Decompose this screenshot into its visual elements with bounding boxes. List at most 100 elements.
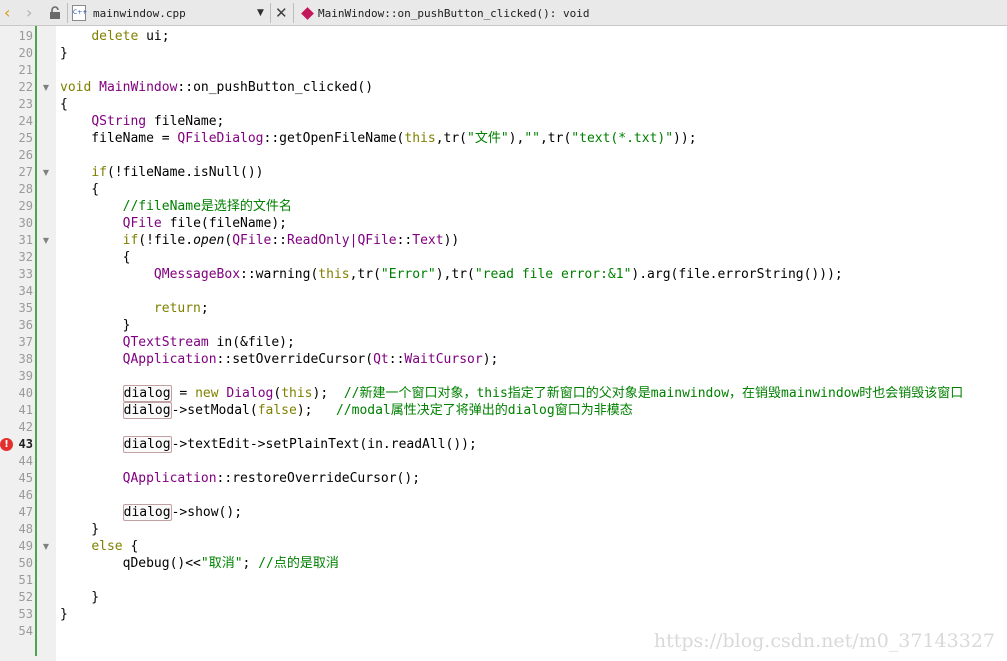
code-text: delete ui; xyxy=(91,29,170,44)
file-name-combo[interactable]: mainwindow.cpp xyxy=(93,0,186,26)
line-number: 27 xyxy=(18,165,33,179)
code-text: } xyxy=(60,318,131,333)
symbol-combo[interactable]: MainWindow::on_pushButton_clicked(): voi… xyxy=(318,0,590,26)
line-number: 22 xyxy=(18,80,33,94)
chevron-left-icon[interactable]: ‹ xyxy=(4,0,10,26)
code-text: QFile file(fileName); xyxy=(122,216,287,231)
line-number: 40 xyxy=(18,386,33,400)
code-line[interactable]: 37 QTextStream in(&file); xyxy=(0,334,1007,351)
fold-toggle-icon[interactable]: ▼ xyxy=(39,79,53,96)
code-line[interactable]: 41 dialog->setModal(false); //modal属性决定了… xyxy=(0,402,1007,419)
code-line[interactable]: 50 qDebug()<<"取消"; //点的是取消 xyxy=(0,555,1007,572)
caret-down-icon[interactable]: ▼ xyxy=(257,0,264,26)
code-line[interactable]: 36 } xyxy=(0,317,1007,334)
line-number: 54 xyxy=(18,624,33,638)
code-text: } xyxy=(60,522,100,537)
code-line[interactable]: 39 xyxy=(0,368,1007,385)
watermark: https://blog.csdn.net/m0_37143327 xyxy=(653,630,995,652)
code-line[interactable]: 30 QFile file(fileName); xyxy=(0,215,1007,232)
code-text: qDebug()<<"取消"; //点的是取消 xyxy=(60,556,339,571)
line-number: 28 xyxy=(18,182,33,196)
line-number: 36 xyxy=(18,318,33,332)
code-line[interactable]: 47 dialog->show(); xyxy=(0,504,1007,521)
code-text: QTextStream in(&file); xyxy=(122,335,295,350)
code-line[interactable]: 28 { xyxy=(0,181,1007,198)
code-editor[interactable]: 19 delete ui; 20} 21 22 ▼ void MainWindow::on… xyxy=(0,26,1007,661)
line-number: 23 xyxy=(18,97,33,111)
chevron-right-icon[interactable]: › xyxy=(26,0,32,26)
line-number: 51 xyxy=(18,573,33,587)
line-number: 31 xyxy=(18,233,33,247)
code-text: { xyxy=(60,97,68,112)
code-line[interactable]: 53} xyxy=(0,606,1007,623)
code-line[interactable]: 27 ▼ if(!fileName.isNull()) xyxy=(0,164,1007,181)
line-number: 33 xyxy=(18,267,33,281)
line-number: 41 xyxy=(18,403,33,417)
code-text: } xyxy=(60,590,100,605)
code-text: { xyxy=(60,182,100,197)
code-line[interactable]: 26 xyxy=(0,147,1007,164)
line-number: 46 xyxy=(18,488,33,502)
fold-toggle-icon[interactable]: ▼ xyxy=(39,232,53,249)
line-number: 30 xyxy=(18,216,33,230)
line-number: 39 xyxy=(18,369,33,383)
code-text: } xyxy=(60,46,68,61)
code-line[interactable]: 33 QMessageBox::warning(this,tr("Error")… xyxy=(0,266,1007,283)
line-number: 48 xyxy=(18,522,33,536)
line-number: 50 xyxy=(18,556,33,570)
code-line[interactable]: 22 ▼ void MainWindow::on_pushButton_clicke… xyxy=(0,79,1007,96)
line-number: 49 xyxy=(18,539,33,553)
close-icon[interactable]: ✕ xyxy=(275,0,288,26)
code-line[interactable]: 43! dialog->textEdit->setPlainText(in.re… xyxy=(0,436,1007,453)
code-text: else { xyxy=(91,539,139,554)
code-line[interactable]: 34 xyxy=(0,283,1007,300)
code-line[interactable]: 44 xyxy=(0,453,1007,470)
code-line[interactable]: 32 { xyxy=(0,249,1007,266)
code-text: { xyxy=(60,250,131,265)
code-line[interactable]: 52 } xyxy=(0,589,1007,606)
code-line[interactable]: 29 //fileName是选择的文件名 xyxy=(0,198,1007,215)
code-line[interactable]: 46 xyxy=(0,487,1007,504)
error-icon[interactable]: ! xyxy=(0,438,13,451)
line-number: 42 xyxy=(18,420,33,434)
line-number: 25 xyxy=(18,131,33,145)
line-number: 29 xyxy=(18,199,33,213)
code-text: } xyxy=(60,607,68,622)
code-text: dialog->show(); xyxy=(122,504,243,521)
fold-toggle-icon[interactable]: ▼ xyxy=(39,538,53,555)
code-line[interactable]: 25 fileName = QFileDialog::getOpenFileNa… xyxy=(0,130,1007,147)
code-text: //fileName是选择的文件名 xyxy=(122,199,292,214)
code-text: if(!fileName.isNull()) xyxy=(91,165,264,180)
code-line[interactable]: 31 ▼ if(!file.open(QFile::ReadOnly|QFile:… xyxy=(0,232,1007,249)
line-number: 45 xyxy=(18,471,33,485)
code-line[interactable]: 19 delete ui; xyxy=(0,28,1007,45)
code-line[interactable]: 35 return; xyxy=(0,300,1007,317)
code-text: QApplication::restoreOverrideCursor(); xyxy=(122,471,421,486)
function-symbol-icon xyxy=(301,0,314,26)
line-number: 19 xyxy=(18,29,33,43)
code-text: QString fileName; xyxy=(91,114,225,129)
code-line[interactable]: 23 { xyxy=(0,96,1007,113)
line-number: 24 xyxy=(18,114,33,128)
code-line[interactable]: 21 xyxy=(0,62,1007,79)
code-line[interactable]: 38 QApplication::setOverrideCursor(Qt::W… xyxy=(0,351,1007,368)
code-line[interactable]: 40 dialog = new Dialog(this); //新建一个窗口对象… xyxy=(0,385,1007,402)
code-line[interactable]: 48 } xyxy=(0,521,1007,538)
fold-toggle-icon[interactable]: ▼ xyxy=(39,164,53,181)
line-number: 37 xyxy=(18,335,33,349)
code-line[interactable]: 51 xyxy=(0,572,1007,589)
code-line[interactable]: 42 xyxy=(0,419,1007,436)
code-text: QApplication::setOverrideCursor(Qt::Wait… xyxy=(122,352,499,367)
code-text: void MainWindow::on_pushButton_clicked() xyxy=(60,80,374,95)
code-text: dialog->setModal(false); //modal属性决定了将弹出… xyxy=(122,402,633,419)
code-line[interactable]: 24 QString fileName; xyxy=(0,113,1007,130)
lock-icon[interactable] xyxy=(48,0,62,26)
code-line[interactable]: 20} xyxy=(0,45,1007,62)
line-number: 26 xyxy=(18,148,33,162)
code-line[interactable]: 45 QApplication::restoreOverrideCursor()… xyxy=(0,470,1007,487)
code-text: QMessageBox::warning(this,tr("Error"),tr… xyxy=(153,267,843,282)
line-number: 20 xyxy=(18,46,33,60)
file-name-label: mainwindow.cpp xyxy=(93,6,186,20)
editor-toolbar: ‹ › C++ mainwindow.cpp ▼ ✕ MainWindow::o… xyxy=(0,0,1007,26)
code-line[interactable]: 49 ▼ else { xyxy=(0,538,1007,555)
